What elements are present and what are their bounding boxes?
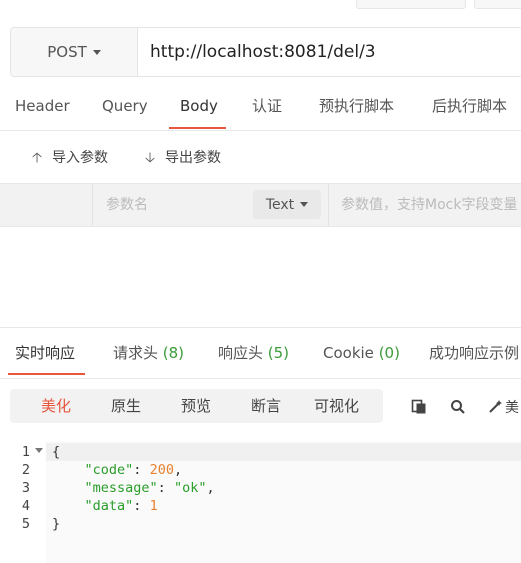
view-beautify[interactable]: 美化	[41, 389, 71, 423]
tab-label: 成功响应示例	[429, 344, 520, 362]
top-action-button-2[interactable]	[474, 0, 521, 9]
tab-success-example[interactable]: 成功响应示例	[429, 328, 519, 378]
code-line: }	[52, 515, 60, 533]
tab-pre-script[interactable]: 预执行脚本	[319, 83, 394, 129]
line-number: 5	[21, 516, 30, 532]
json-comma: ,	[173, 462, 183, 478]
line-number: 2	[21, 462, 30, 478]
export-params-label: 导出参数	[165, 150, 221, 166]
line-number: 4	[21, 498, 30, 514]
active-tab-indicator	[169, 127, 226, 129]
top-action-button-1[interactable]	[356, 0, 466, 9]
code-line: "message": "ok",	[84, 480, 215, 496]
code-line: {	[52, 443, 60, 461]
chevron-down-icon	[300, 202, 309, 207]
import-params-label: 导入参数	[52, 150, 108, 166]
copy-button[interactable]	[411, 397, 427, 417]
method-select[interactable]: POST	[11, 28, 138, 76]
json-key: "code"	[84, 462, 134, 478]
view-preview[interactable]: 预览	[181, 389, 211, 423]
param-name-input[interactable]: 参数名	[106, 184, 148, 226]
tab-count: (8)	[162, 344, 185, 362]
magic-wand-icon	[489, 400, 502, 413]
arrow-up-icon: 🡡	[31, 150, 43, 166]
method-label: POST	[47, 43, 87, 61]
tab-label: 实时响应	[15, 344, 76, 362]
view-visualize[interactable]: 可视化	[314, 389, 359, 423]
tab-live-response[interactable]: 实时响应	[15, 328, 75, 378]
json-value: 200	[149, 462, 174, 478]
code-line: "data": 1	[84, 498, 158, 514]
response-tabs: 实时响应 请求头 (8) 响应头 (5) Cookie (0) 成功响应示例	[0, 327, 521, 379]
tab-post-script[interactable]: 后执行脚本	[432, 83, 507, 129]
tab-count: (5)	[267, 344, 290, 362]
search-icon	[451, 400, 465, 414]
search-button[interactable]	[450, 397, 466, 417]
tab-body[interactable]: Body	[180, 83, 218, 129]
view-assert[interactable]: 断言	[251, 389, 281, 423]
url-input[interactable]: http://localhost:8081/del/3	[150, 28, 376, 76]
param-type-label: Text	[265, 196, 295, 213]
tab-request-headers[interactable]: 请求头 (8)	[113, 328, 184, 378]
tab-query[interactable]: Query	[102, 83, 148, 129]
json-value: 1	[149, 498, 158, 514]
beautify-button[interactable]: 美	[488, 397, 519, 417]
import-params-button[interactable]: 🡡 导入参数	[30, 147, 108, 169]
json-comma: ,	[206, 480, 215, 496]
open-brace: {	[52, 444, 61, 460]
line-number: 1	[21, 444, 30, 460]
param-type-select[interactable]: Text	[253, 190, 321, 219]
param-row: 参数名 Text 参数值，支持Mock字段变量	[0, 183, 521, 227]
line-number: 3	[21, 480, 30, 496]
export-params-button[interactable]: 🡣 导出参数	[143, 147, 221, 169]
code-line: "code": 200,	[84, 462, 183, 478]
json-key: "message"	[84, 480, 158, 496]
url-bar: POST http://localhost:8081/del/3	[10, 27, 521, 77]
copy-icon	[411, 399, 426, 414]
active-line-highlight	[46, 443, 521, 461]
tab-count: (0)	[378, 344, 400, 362]
close-brace: }	[52, 516, 61, 532]
response-code-viewer[interactable]: 1 2 3 4 5 { "code": 200, "message": "ok"…	[0, 441, 521, 563]
tab-header[interactable]: Header	[15, 83, 70, 129]
view-raw[interactable]: 原生	[111, 389, 141, 423]
tab-label: Cookie	[323, 344, 379, 362]
beautify-label: 美	[505, 400, 519, 416]
fold-toggle-icon[interactable]	[35, 448, 43, 453]
active-response-tab-indicator	[8, 373, 85, 375]
view-mode-bar: 美化 原生 预览 断言 可视化	[10, 389, 383, 423]
json-key: "data"	[84, 498, 134, 514]
param-value-input[interactable]: 参数值，支持Mock字段变量	[341, 184, 521, 226]
tab-label: 响应头	[218, 344, 268, 362]
chevron-down-icon	[92, 49, 101, 55]
request-tabs: Header Query Body 认证 预执行脚本 后执行脚本	[0, 83, 521, 131]
divider	[328, 184, 329, 226]
tab-cookie[interactable]: Cookie (0)	[323, 328, 400, 378]
tab-label: 请求头	[113, 344, 163, 362]
tab-response-headers[interactable]: 响应头 (5)	[218, 328, 289, 378]
divider	[92, 184, 93, 226]
json-value: "ok"	[173, 480, 207, 496]
tab-auth[interactable]: 认证	[252, 83, 282, 129]
arrow-down-icon: 🡣	[144, 150, 156, 166]
